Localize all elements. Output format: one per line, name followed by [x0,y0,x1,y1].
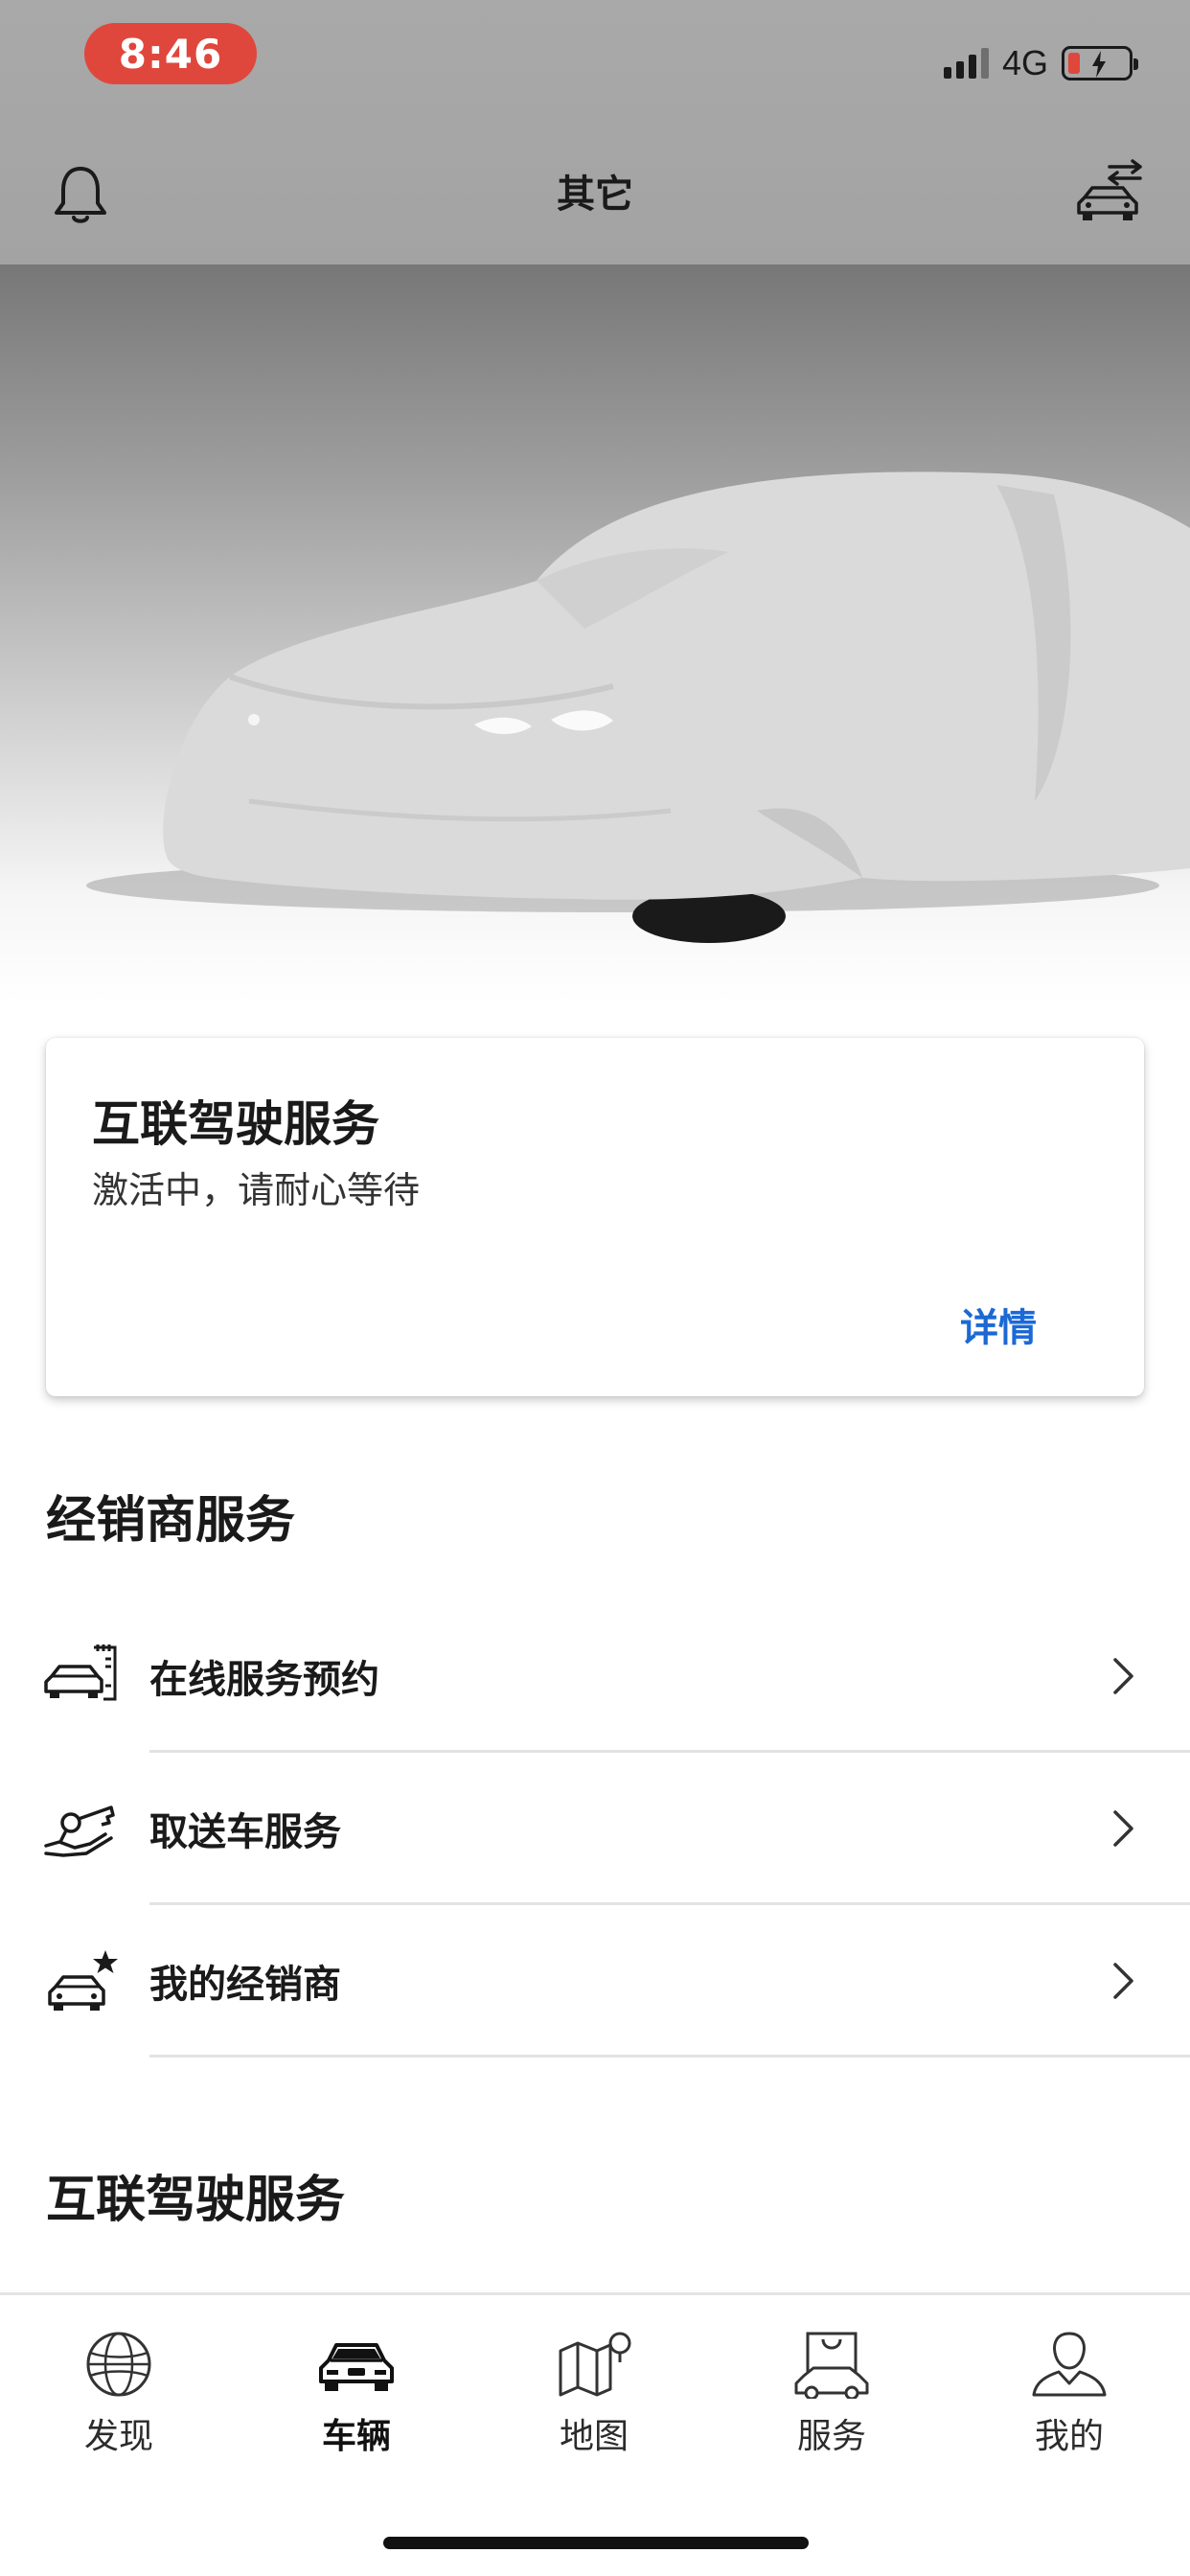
signal-icon [943,48,989,79]
bottom-tab-bar: 发现 车辆 地图 服务 我的 [0,2292,1190,2576]
tab-label: 服务 [796,2417,866,2456]
list-item-label: 在线服务预约 [149,1658,379,1702]
card-title: 互联驾驶服务 [92,1096,379,1152]
dealer-services-title: 经销商服务 [46,1492,296,1550]
tab-services[interactable]: 服务 [736,2330,927,2464]
app-screen: 8:46 4G 其它 互联驾驶服务 激活中，请耐心等待 详情 经销商服务 在线服… [0,0,1190,2576]
car-icon [317,2330,396,2399]
chevron-right-icon [1111,1656,1136,1696]
list-item-service-appointment[interactable]: 在线服务预约 [0,1600,1190,1752]
pickup-delivery-icon [42,1796,119,1861]
list-item-label: 我的经销商 [149,1963,341,2007]
vehicle-hero-image [0,264,1190,1002]
page-title: 其它 [557,172,633,217]
tab-label: 我的 [1034,2417,1104,2456]
tab-map[interactable]: 地图 [498,2330,690,2464]
home-indicator[interactable] [383,2537,809,2549]
card-subtitle: 激活中，请耐心等待 [92,1169,421,1211]
person-icon [1030,2330,1109,2399]
tab-label: 车辆 [321,2417,391,2456]
shopping-bag-icon [792,2330,871,2401]
status-time: 8:46 [84,23,257,84]
chevron-right-icon [1111,1808,1136,1849]
tab-me[interactable]: 我的 [973,2330,1165,2464]
globe-icon [80,2330,158,2399]
connected-drive-status-card: 互联驾驶服务 激活中，请耐心等待 详情 [46,1038,1144,1396]
details-link[interactable]: 详情 [960,1297,1037,1352]
my-dealer-icon [42,1948,119,2013]
tab-label: 地图 [559,2417,629,2456]
battery-icon [1062,46,1138,80]
map-icon [555,2330,633,2399]
connected-drive-title: 互联驾驶服务 [46,2172,346,2229]
chevron-right-icon [1111,1961,1136,2001]
divider [149,2055,1190,2058]
car-switch-icon[interactable] [1073,159,1146,226]
tab-vehicle[interactable]: 车辆 [261,2330,452,2464]
status-indicators: 4G [943,42,1138,84]
list-item-my-dealer[interactable]: 我的经销商 [0,1905,1190,2057]
service-appointment-icon [42,1644,119,1709]
tab-discover[interactable]: 发现 [23,2330,215,2464]
network-type: 4G [1001,43,1048,82]
list-item-label: 取送车服务 [149,1810,341,1854]
list-item-pickup-delivery[interactable]: 取送车服务 [0,1753,1190,1904]
tab-label: 发现 [83,2417,153,2456]
